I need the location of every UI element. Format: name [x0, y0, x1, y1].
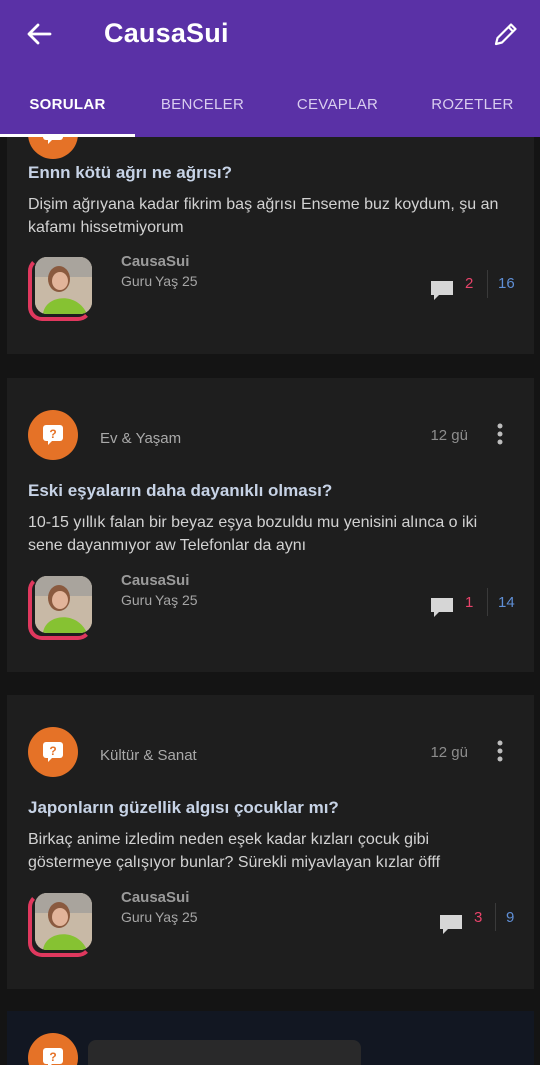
divider [495, 903, 496, 931]
tab-benceler[interactable]: BENCELER [135, 72, 270, 137]
tab-sorular[interactable]: SORULAR [0, 72, 135, 137]
comment-count: 1 [465, 594, 474, 611]
question-body[interactable]: Birkaç anime izledim neden eşek kadar kı… [28, 828, 514, 874]
author-age: Yaş 25 [155, 273, 198, 289]
like-count[interactable]: 9 [506, 909, 514, 926]
comment-count: 3 [474, 909, 483, 926]
question-card[interactable]: ? Ev & Yaşam 12 gü Eski eşyaların daha d… [7, 378, 534, 672]
question-title[interactable]: Ennn kötü ağrı ne ağrısı? [28, 163, 514, 183]
category-icon: ? [28, 1033, 78, 1065]
question-title[interactable]: Japonların güzellik algısı çocuklar mı? [28, 798, 514, 818]
svg-text:?: ? [49, 1050, 56, 1064]
question-body[interactable]: Dişim ağrıyana kadar fikrim baş ağrısı E… [28, 193, 514, 239]
comment-icon[interactable] [429, 596, 455, 620]
avatar [35, 893, 92, 950]
like-count[interactable]: 16 [498, 275, 515, 292]
page-title: CausaSui [104, 18, 229, 48]
author-avatar[interactable] [28, 576, 92, 640]
top-bar: CausaSui [0, 0, 540, 72]
comment-icon[interactable] [438, 913, 464, 937]
tab-rozetler[interactable]: ROZETLER [405, 72, 540, 137]
tab-bar: SORULAR BENCELER CEVAPLAR ROZETLER [0, 72, 540, 137]
author-age: Yaş 25 [155, 909, 198, 925]
tab-cevaplar[interactable]: CEVAPLAR [270, 72, 405, 137]
category-icon [28, 137, 78, 159]
category-icon: ? [28, 410, 78, 460]
category-icon: ? [28, 727, 78, 777]
more-options-icon[interactable] [486, 420, 514, 448]
category-label[interactable]: Kültür & Sanat [100, 747, 197, 764]
comment-count: 2 [465, 275, 474, 292]
author-rank: Guru [121, 592, 153, 608]
app-screen: Ennn kötü ağrı ne ağrısı? Dişim ağrıyana… [0, 0, 540, 1065]
divider [487, 270, 488, 298]
question-card[interactable]: Ennn kötü ağrı ne ağrısı? Dişim ağrıyana… [7, 137, 534, 354]
author-rank: Guru [121, 909, 153, 925]
question-body[interactable]: 10-15 yıllık falan bir beyaz eşya bozuld… [28, 511, 514, 557]
author-name[interactable]: CausaSui [121, 253, 189, 270]
author-name[interactable]: CausaSui [121, 572, 189, 589]
time-label: 12 gü [430, 744, 468, 761]
question-card[interactable]: ? Kültür & Sanat 12 gü Japonların güzell… [7, 695, 534, 989]
more-options-icon[interactable] [486, 737, 514, 765]
question-feed[interactable]: Ennn kötü ağrı ne ağrısı? Dişim ağrıyana… [0, 137, 540, 1065]
author-avatar[interactable] [28, 257, 92, 321]
comment-icon[interactable] [429, 279, 455, 303]
time-label: 12 gü [430, 427, 468, 444]
question-title[interactable]: Eski eşyaların daha dayanıklı olması? [28, 481, 514, 501]
app-header: CausaSui SORULAR BENCELER CEVAPLAR ROZET… [0, 0, 540, 137]
author-age: Yaş 25 [155, 592, 198, 608]
back-arrow-icon[interactable] [20, 16, 58, 52]
avatar [35, 576, 92, 633]
pencil-icon[interactable] [488, 16, 524, 52]
category-label[interactable]: Ev & Yaşam [100, 430, 181, 447]
svg-text:?: ? [49, 744, 56, 758]
svg-text:?: ? [49, 427, 56, 441]
author-name[interactable]: CausaSui [121, 889, 189, 906]
like-count[interactable]: 14 [498, 594, 515, 611]
author-rank: Guru [121, 273, 153, 289]
toast-overlay [88, 1040, 361, 1065]
author-avatar[interactable] [28, 893, 92, 957]
divider [487, 588, 488, 616]
avatar [35, 257, 92, 314]
